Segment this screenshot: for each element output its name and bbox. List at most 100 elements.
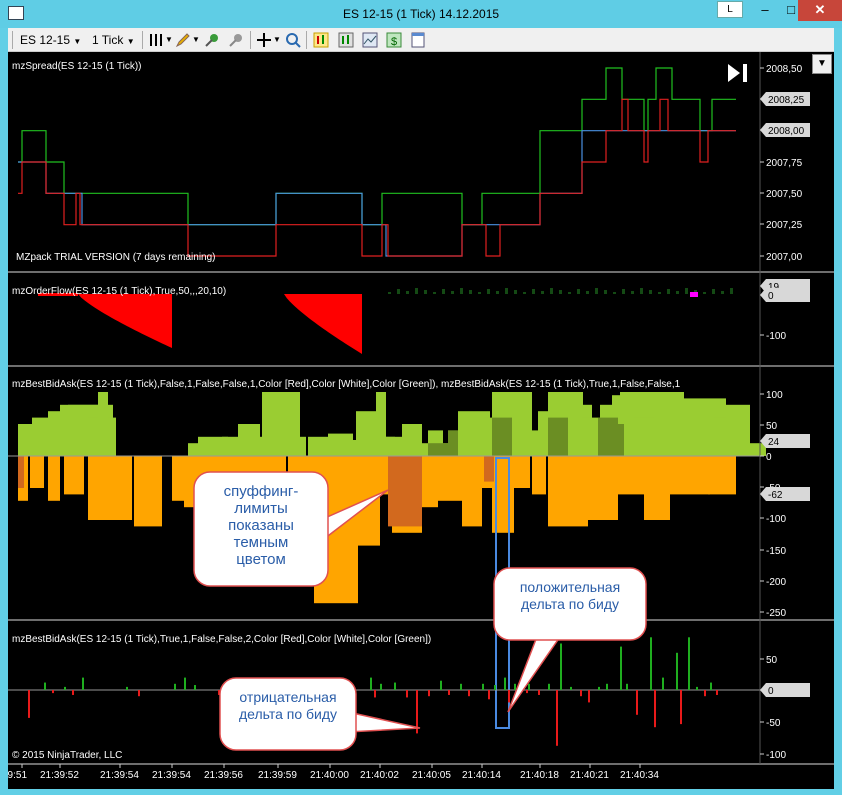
crosshair-icon[interactable] xyxy=(256,32,272,48)
chevron-down-icon: ▼ xyxy=(817,58,827,69)
scroll-end-icon xyxy=(743,64,747,82)
orderflow-tick xyxy=(451,291,454,294)
delta-positive-bar xyxy=(184,677,186,690)
bid-line xyxy=(18,98,736,257)
bid-bar xyxy=(422,456,438,508)
time-axis-label: 21:40:02 xyxy=(360,770,399,781)
ask-bar-spoof xyxy=(492,417,512,456)
delta-negative-bar xyxy=(468,690,470,697)
chevron-down-icon: ▼ xyxy=(73,37,82,46)
orderflow-tick xyxy=(433,292,436,294)
time-axis-label: 21:40:14 xyxy=(462,770,501,781)
delta-positive-bar xyxy=(514,683,516,690)
title-bar[interactable]: ES 12-15 (1 Tick) 14.12.2015 L – □ ✕ xyxy=(0,0,842,28)
link-button[interactable]: L xyxy=(717,1,743,18)
orderflow-tick xyxy=(505,288,508,294)
chart-menu-button[interactable]: ▼ xyxy=(812,54,832,74)
orderflow-tick xyxy=(640,288,643,294)
dollar-icon[interactable]: $ xyxy=(386,32,402,48)
axis-tick-label: -50 xyxy=(766,718,781,729)
ask-bar xyxy=(736,443,766,456)
bid-bar-spoof xyxy=(18,456,24,488)
callout-text: показаны xyxy=(228,517,294,534)
delta-positive-bar xyxy=(64,686,66,690)
chevron-down-icon[interactable]: ▼ xyxy=(165,31,173,49)
toolbar-separator xyxy=(306,31,307,49)
bid-bar xyxy=(30,456,44,488)
interval-selector[interactable]: 1 Tick ▼ xyxy=(92,31,135,49)
bid-bar xyxy=(462,456,482,527)
svg-text:$: $ xyxy=(391,36,397,48)
bid-bar xyxy=(438,456,448,501)
time-axis-label: 21:40:34 xyxy=(620,770,659,781)
chart-trader-icon[interactable] xyxy=(313,32,329,48)
axis-tick-label: 100 xyxy=(766,390,783,401)
toolbar-grip xyxy=(12,31,13,49)
window-border xyxy=(0,789,842,795)
delta-negative-bar xyxy=(526,690,528,694)
panel-label: mzBestBidAsk(ES 12-15 (1 Tick),True,1,Fa… xyxy=(12,634,431,645)
bid-bar xyxy=(172,456,184,501)
bid-bar xyxy=(618,456,644,495)
delta-negative-bar xyxy=(580,690,582,697)
delta-positive-bar xyxy=(598,686,600,690)
orderflow-panel xyxy=(38,288,733,354)
ask-bar xyxy=(376,392,386,456)
delta-positive-bar xyxy=(504,677,506,690)
orderflow-tick xyxy=(568,292,571,294)
delta-negative-bar xyxy=(508,690,510,703)
time-axis-label: 21:40:18 xyxy=(520,770,559,781)
zoom-out-icon[interactable] xyxy=(228,32,244,48)
orderflow-tick xyxy=(631,291,634,294)
bid-bar-spoof xyxy=(388,456,422,527)
properties-icon[interactable] xyxy=(410,32,426,48)
bid-bar-spoof xyxy=(484,456,494,482)
delta-positive-bar xyxy=(380,683,382,690)
bars-icon[interactable] xyxy=(148,32,164,48)
orderflow-tick xyxy=(613,292,616,294)
pencil-icon[interactable] xyxy=(175,32,191,48)
delta-positive-bar xyxy=(440,680,442,690)
delta-negative-bar xyxy=(52,690,54,694)
delta-positive-bar xyxy=(482,683,484,690)
data-box-icon[interactable] xyxy=(338,32,354,48)
delta-positive-bar xyxy=(44,682,46,690)
instrument-selector[interactable]: ES 12-15 ▼ xyxy=(20,31,81,49)
zoom-in-icon[interactable] xyxy=(204,32,220,48)
orderflow-tick xyxy=(469,290,472,294)
close-button[interactable]: ✕ xyxy=(798,0,842,21)
delta-negative-bar xyxy=(636,690,638,715)
time-axis-label: 21:39:59 xyxy=(258,770,297,781)
bid-bar xyxy=(548,456,588,527)
orderflow-tick xyxy=(676,291,679,294)
toolbar-separator xyxy=(142,31,143,49)
chevron-down-icon[interactable]: ▼ xyxy=(273,31,281,49)
orderflow-tick xyxy=(667,289,670,294)
value-tag-label: 24 xyxy=(768,437,780,448)
chevron-down-icon[interactable]: ▼ xyxy=(192,31,200,49)
delta-positive-bar xyxy=(548,683,550,690)
orderflow-tick xyxy=(532,289,535,294)
orderflow-tick xyxy=(712,289,715,294)
callout-text: дельта по биду xyxy=(239,706,337,722)
orderflow-tick xyxy=(550,288,553,294)
delta-negative-bar xyxy=(406,690,408,698)
time-axis-label: 21:39:54 xyxy=(152,770,191,781)
value-tag: 2008,25 xyxy=(760,92,810,106)
chart-area[interactable]: 2008,50 2008,25 2008,00 2007,75 2007,50 2007,… xyxy=(8,52,834,789)
delta-negative-bar xyxy=(138,690,140,697)
copyright-label: © 2015 NinjaTrader, LLC xyxy=(12,750,122,761)
callout-negative: отрицательнаядельта по биду xyxy=(219,677,421,751)
time-axis-label: 21:39:54 xyxy=(100,770,139,781)
chevron-down-icon: ▼ xyxy=(126,37,135,46)
instrument-label: ES 12-15 xyxy=(20,33,71,47)
magnifier-icon[interactable] xyxy=(285,32,301,48)
bid-bar xyxy=(588,456,618,520)
minimize-button[interactable]: – xyxy=(752,0,778,21)
axis-tick-label: 0 xyxy=(766,452,772,463)
ask-bar xyxy=(98,392,108,456)
orderflow-tick xyxy=(649,290,652,294)
chart-style-icon[interactable] xyxy=(362,32,378,48)
callout-tail xyxy=(347,711,421,733)
callout-text: спуффинг- xyxy=(224,483,299,500)
